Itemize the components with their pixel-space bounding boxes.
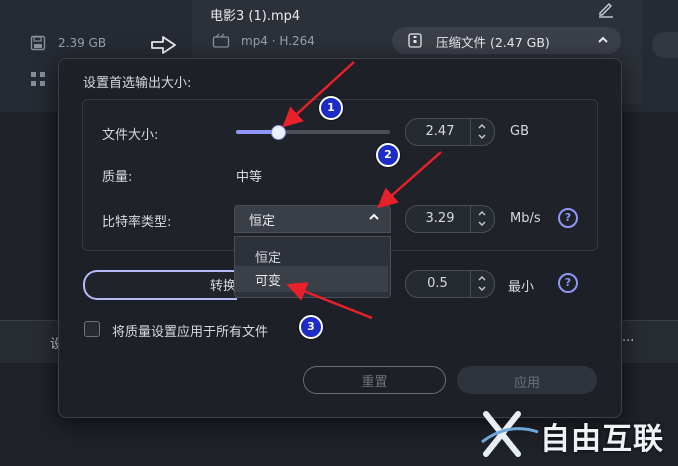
- bitrate-type-label: 比特率类型:: [102, 215, 172, 230]
- stepper-down-icon[interactable]: [478, 134, 486, 140]
- file-size-unit: GB: [510, 124, 529, 139]
- compress-file-label: 压缩文件 (2.47 GB): [436, 35, 550, 50]
- min-label: 最小: [508, 280, 535, 295]
- stepper-down-icon[interactable]: [478, 286, 486, 292]
- stepper-divider: [470, 119, 471, 145]
- quality-label: 质量:: [102, 170, 133, 185]
- output-format: mp4 · H.264: [241, 34, 315, 48]
- zip-file-icon: [408, 33, 422, 48]
- help-icon[interactable]: ?: [558, 208, 578, 228]
- watermark-text: 自由互联: [540, 422, 664, 457]
- convert-arrow-icon: [151, 36, 176, 54]
- stepper-up-icon[interactable]: [478, 210, 486, 216]
- stepper-up-icon[interactable]: [478, 275, 486, 281]
- apply-all-label: 将质量设置应用于所有文件: [112, 325, 269, 340]
- stepper-down-icon[interactable]: [478, 221, 486, 227]
- video-format-icon: [212, 33, 230, 48]
- source-file-size: 2.39 GB: [58, 36, 107, 50]
- apply-all-checkbox[interactable]: [84, 321, 100, 337]
- stepper-up-icon[interactable]: [478, 123, 486, 129]
- file-name: 电影3 (1).mp4: [210, 9, 301, 24]
- bitrate-type-selected: 恒定: [249, 214, 276, 229]
- dropdown-option-constant[interactable]: 恒定: [255, 247, 281, 266]
- side-toggle[interactable]: [652, 32, 678, 58]
- chevron-up-icon: [369, 213, 379, 220]
- grid-icon[interactable]: [30, 71, 46, 87]
- stepper-divider: [470, 206, 471, 232]
- background-tab-right-label: ...: [622, 330, 635, 345]
- quality-value: 中等: [236, 170, 263, 185]
- stepper-divider: [470, 271, 471, 297]
- convert-label: 转换: [210, 279, 237, 294]
- apply-button-label: 应用: [513, 376, 540, 391]
- save-disk-icon: [30, 35, 46, 51]
- dialog-title: 设置首选输出大小:: [83, 76, 192, 91]
- min-value: 0.5: [427, 276, 448, 291]
- pencil-icon[interactable]: [597, 0, 615, 18]
- file-size-value: 2.47: [425, 124, 455, 139]
- chevron-up-icon[interactable]: [597, 35, 609, 45]
- reset-button-label: 重置: [361, 375, 388, 390]
- dropdown-option-variable[interactable]: 可变: [255, 270, 281, 289]
- bitrate-value: 3.29: [425, 211, 455, 226]
- help-icon[interactable]: ?: [558, 273, 578, 293]
- bitrate-unit: Mb/s: [510, 211, 541, 226]
- file-size-slider-thumb[interactable]: [271, 125, 286, 140]
- file-size-label: 文件大小:: [102, 128, 159, 143]
